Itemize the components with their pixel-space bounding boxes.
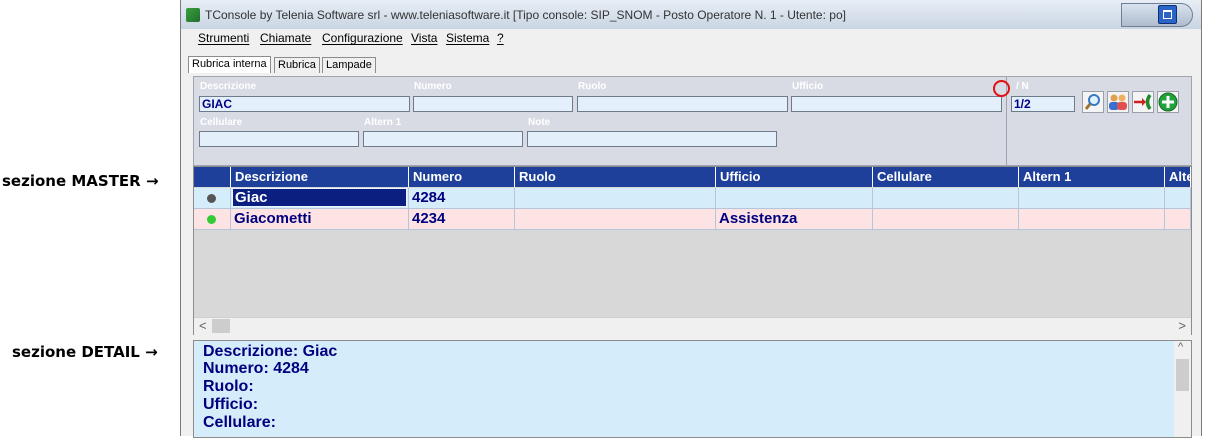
- table-row[interactable]: Giacometti 4234 Assistenza: [194, 209, 1191, 230]
- vertical-scrollbar[interactable]: ^: [1174, 341, 1191, 437]
- title-bar: TConsole by Telenia Software srl - www.t…: [181, 0, 1201, 30]
- tab-lampade[interactable]: Lampade: [322, 57, 376, 73]
- scroll-thumb[interactable]: [1176, 359, 1189, 391]
- col-altern1[interactable]: Altern 1: [1019, 167, 1165, 187]
- annotation-detail: sezione DETAIL →: [12, 343, 158, 361]
- contacts-button[interactable]: [1107, 91, 1129, 113]
- transfer-call-button[interactable]: [1132, 91, 1154, 113]
- col-ufficio[interactable]: Ufficio: [716, 167, 873, 187]
- altern2-cell[interactable]: [1165, 188, 1191, 209]
- status-dot-icon: [207, 194, 216, 203]
- label-altern1: Altern 1: [364, 117, 402, 128]
- status-cell: [194, 188, 231, 209]
- altern2-cell[interactable]: [1165, 209, 1191, 230]
- horizontal-scrollbar[interactable]: < >: [194, 317, 1191, 335]
- app-window: TConsole by Telenia Software srl - www.t…: [180, 0, 1202, 438]
- tab-rubrica[interactable]: Rubrica: [274, 57, 320, 73]
- numero-field[interactable]: [413, 96, 573, 112]
- menu-sistema[interactable]: Sistema: [446, 31, 489, 45]
- menu-help[interactable]: ?: [497, 31, 504, 45]
- status-dot-icon: [207, 215, 216, 224]
- add-icon: [1158, 92, 1178, 112]
- app-icon: [186, 8, 200, 22]
- cellulare-field[interactable]: [199, 131, 359, 147]
- window-title: TConsole by Telenia Software srl - www.t…: [205, 8, 846, 22]
- cellulare-cell[interactable]: [873, 209, 1019, 230]
- descrizione-cell[interactable]: Giacometti: [231, 209, 409, 230]
- label-descrizione: Descrizione: [200, 81, 257, 92]
- note-field[interactable]: [527, 131, 777, 147]
- col-descrizione[interactable]: Descrizione: [231, 167, 409, 187]
- col-ruolo[interactable]: Ruolo: [515, 167, 716, 187]
- menu-chiamate[interactable]: Chiamate: [260, 31, 311, 45]
- altern1-cell[interactable]: [1019, 188, 1165, 209]
- selected-cell-text: Giac: [232, 188, 407, 207]
- ruolo-cell[interactable]: [515, 209, 716, 230]
- caption-buttons: [1121, 3, 1193, 27]
- grid-header: Descrizione Numero Ruolo Ufficio Cellula…: [194, 167, 1191, 187]
- cellulare-cell[interactable]: [873, 188, 1019, 209]
- detail-numero: Numero: 4284: [203, 360, 309, 377]
- descrizione-cell[interactable]: Giac: [231, 188, 409, 209]
- descrizione-field[interactable]: GIAC: [199, 96, 410, 112]
- altern1-field[interactable]: [363, 131, 523, 147]
- add-button[interactable]: [1157, 91, 1179, 113]
- highlight-circle: [993, 80, 1010, 97]
- detail-ufficio: Ufficio:: [203, 396, 259, 413]
- search-icon: [1084, 94, 1100, 110]
- altern1-cell[interactable]: [1019, 209, 1165, 230]
- maximize-button[interactable]: [1158, 5, 1177, 24]
- scroll-thumb[interactable]: [212, 319, 230, 333]
- col-numero[interactable]: Numero: [409, 167, 515, 187]
- label-ruolo: Ruolo: [578, 81, 607, 92]
- status-cell: [194, 209, 231, 230]
- detail-descrizione: Descrizione: Giac: [203, 343, 338, 360]
- label-note: Note: [528, 117, 551, 128]
- pager-field[interactable]: 1/2: [1011, 96, 1075, 112]
- scroll-left-icon[interactable]: <: [199, 318, 207, 333]
- transfer-call-icon: [1134, 93, 1152, 111]
- search-form: Descrizione GIAC Numero Ruolo Ufficio Ce…: [193, 76, 1192, 166]
- scroll-up-icon[interactable]: ^: [1178, 341, 1183, 353]
- numero-cell[interactable]: 4234: [409, 209, 515, 230]
- label-pager: / N: [1016, 81, 1029, 92]
- annotation-master: sezione MASTER →: [2, 172, 159, 190]
- search-button[interactable]: [1082, 91, 1104, 113]
- menu-configurazione[interactable]: Configurazione: [322, 31, 403, 45]
- detail-panel: Descrizione: Giac Numero: 4284 Ruolo: Uf…: [193, 340, 1192, 438]
- ufficio-cell[interactable]: [716, 188, 873, 209]
- menu-bar: Strumenti Chiamate Configurazione Vista …: [181, 29, 1201, 47]
- col-altern2[interactable]: Alte: [1165, 167, 1191, 187]
- tab-rubrica-interna[interactable]: Rubrica interna: [188, 56, 271, 73]
- master-grid: Descrizione Numero Ruolo Ufficio Cellula…: [193, 166, 1192, 335]
- col-status[interactable]: [194, 167, 231, 187]
- label-ufficio: Ufficio: [792, 81, 824, 92]
- contacts-icon: [1109, 94, 1127, 110]
- menu-strumenti[interactable]: Strumenti: [198, 31, 249, 45]
- detail-ruolo: Ruolo:: [203, 378, 254, 395]
- numero-cell[interactable]: 4284: [409, 188, 515, 209]
- ruolo-field[interactable]: [577, 96, 788, 112]
- ufficio-cell[interactable]: Assistenza: [716, 209, 873, 230]
- scroll-right-icon[interactable]: >: [1178, 318, 1186, 333]
- detail-cellulare: Cellulare:: [203, 414, 276, 431]
- ruolo-cell[interactable]: [515, 188, 716, 209]
- label-cellulare: Cellulare: [200, 117, 243, 128]
- label-numero: Numero: [414, 81, 452, 92]
- menu-vista[interactable]: Vista: [411, 31, 437, 45]
- ufficio-field[interactable]: [791, 96, 1002, 112]
- col-cellulare[interactable]: Cellulare: [873, 167, 1019, 187]
- table-row[interactable]: Giac 4284: [194, 188, 1191, 209]
